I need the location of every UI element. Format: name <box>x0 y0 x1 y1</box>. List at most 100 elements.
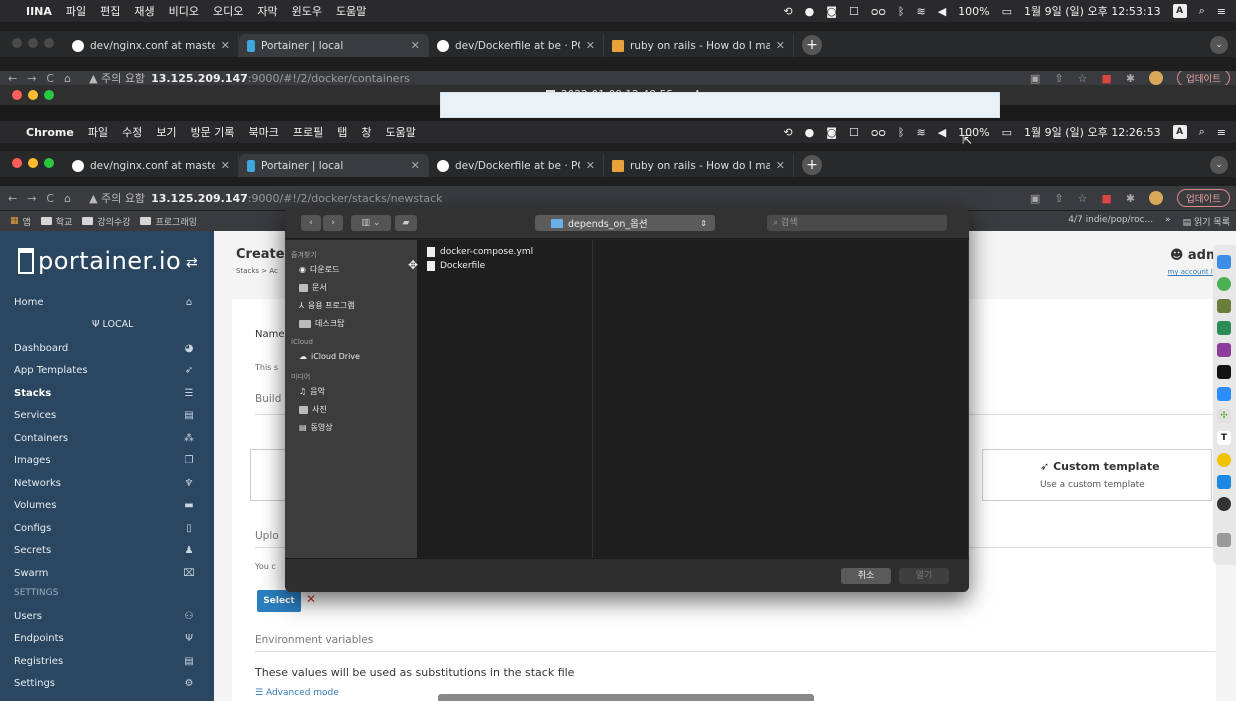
bookmark-star-icon[interactable]: ☆ <box>1078 192 1088 205</box>
close-tab-icon[interactable]: ✕ <box>770 159 785 172</box>
menu-playback[interactable]: 재생 <box>134 3 154 19</box>
close-tab-icon[interactable]: ✕ <box>405 39 420 52</box>
bluetooth-icon[interactable]: ᛒ <box>898 5 905 18</box>
outer-tab-nginx[interactable]: dev/nginx.conf at master · POPPY-I ✕ <box>64 34 239 57</box>
sidebar-item-volumes[interactable]: Volumes ▬ <box>0 495 214 517</box>
close-tab-icon[interactable]: ✕ <box>580 39 595 52</box>
sync-icon[interactable]: ⟲ <box>783 126 792 139</box>
close-tab-icon[interactable]: ✕ <box>770 39 785 52</box>
record-icon[interactable]: ◙ <box>826 126 837 139</box>
sidebar-item-secrets[interactable]: Secrets ♟ <box>0 540 214 562</box>
menu-video[interactable]: 비디오 <box>169 3 199 19</box>
new-folder-icon[interactable]: ▰ <box>395 215 417 231</box>
control-center-icon[interactable]: ≡ <box>1217 5 1226 18</box>
sidebar-item-images[interactable]: Images ❐ <box>0 450 214 472</box>
outer-url[interactable]: 13.125.209.147:9000/#!/2/docker/containe… <box>151 72 410 85</box>
menu-help[interactable]: 도움말 <box>386 124 416 140</box>
trash-icon[interactable] <box>1217 533 1231 547</box>
record-icon[interactable]: ◙ <box>826 5 837 18</box>
build-option-box[interactable] <box>250 449 290 501</box>
exchange-icon[interactable]: ⇄ <box>186 255 198 271</box>
app-icon[interactable] <box>1217 343 1231 357</box>
clear-file-icon[interactable]: ✕ <box>306 592 316 606</box>
file-item[interactable]: docker-compose.yml <box>427 247 533 257</box>
share-icon[interactable]: ⇧ <box>1054 192 1063 205</box>
battery-icon[interactable]: ▭ <box>1002 5 1012 18</box>
sidebar-photos[interactable]: 사진 <box>299 404 327 415</box>
status-dot-icon[interactable]: ● <box>805 5 815 18</box>
close-tab-icon[interactable]: ✕ <box>580 159 595 172</box>
menu-help[interactable]: 도움말 <box>336 3 366 19</box>
translate-icon[interactable]: ▣ <box>1030 72 1040 85</box>
menubar-clock[interactable]: 1월 9일 (일) 오후 12:26:53 <box>1024 124 1161 140</box>
menu-view[interactable]: 보기 <box>156 124 176 140</box>
bookmark-courses[interactable]: 강의수강 <box>82 215 130 228</box>
name-input[interactable] <box>440 92 1000 118</box>
terminal-icon[interactable] <box>1217 365 1231 379</box>
file-item[interactable]: Dockerfile <box>427 261 485 271</box>
tab-search-icon[interactable]: ⌄ <box>1210 156 1228 174</box>
bookmark-school[interactable]: 학교 <box>40 215 72 228</box>
location-select[interactable]: depends_on_옵션 ⇕ <box>535 215 715 231</box>
menubar-clock[interactable]: 1월 9일 (일) 오후 12:53:13 <box>1024 3 1161 19</box>
typora-icon[interactable]: T <box>1217 431 1231 445</box>
app-icon[interactable] <box>1217 497 1231 511</box>
security-warning[interactable]: ▲ 주의 요함 <box>89 190 145 206</box>
cancel-button[interactable]: 취소 <box>841 568 891 584</box>
share-icon[interactable]: ⇧ <box>1054 72 1063 85</box>
sidebar-item-app-templates[interactable]: App Templates ➶ <box>0 360 214 382</box>
menu-audio[interactable]: 오디오 <box>213 3 243 19</box>
sidebar-item-endpoints[interactable]: Endpoints Ψ <box>0 628 214 650</box>
inner-tab-nginx[interactable]: dev/nginx.conf at master · POPPY-I ✕ <box>64 154 239 177</box>
outer-tab-portainer[interactable]: Portainer | local ✕ <box>239 34 429 57</box>
inner-tab-portainer[interactable]: Portainer | local ✕ <box>239 154 429 177</box>
nav-buttons-icon[interactable]: ←→C⌂ <box>8 192 81 205</box>
volume-icon[interactable]: ◀ <box>938 126 946 139</box>
tab-search-icon[interactable]: ⌄ <box>1210 36 1228 54</box>
wifi-icon[interactable]: ≋ <box>916 126 925 139</box>
close-tab-icon[interactable]: ✕ <box>215 39 230 52</box>
input-method-icon[interactable]: A <box>1172 4 1187 18</box>
translate-icon[interactable]: ▣ <box>1030 192 1040 205</box>
battery-icon[interactable]: ▭ <box>1002 126 1012 139</box>
view-mode-icon[interactable]: ▥ ⌄ <box>351 215 391 231</box>
minimize-light-icon[interactable] <box>28 90 38 100</box>
puzzle-icon[interactable]: ✱ <box>1126 72 1135 85</box>
menu-profile[interactable]: 프로필 <box>293 124 323 140</box>
sidebar-documents[interactable]: 문서 <box>299 282 327 293</box>
wifi-icon[interactable]: ≋ <box>916 5 925 18</box>
status-dot-icon[interactable]: ● <box>805 126 815 139</box>
outer-tab-ruby[interactable]: ruby on rails - How do I make ✕ <box>604 34 794 57</box>
bookmark-music[interactable]: 4/7 indie/pop/roc... <box>1068 215 1153 228</box>
glasses-icon[interactable]: ᴑᴑ <box>871 126 886 139</box>
breadcrumb[interactable]: Stacks > Ac <box>236 267 278 275</box>
app-icon[interactable] <box>1217 475 1231 489</box>
sidebar-applications[interactable]: ⅄ 응용 프로그램 <box>299 300 355 311</box>
advanced-mode-link[interactable]: ☰ Advanced mode <box>255 688 339 698</box>
profile-avatar[interactable] <box>1149 71 1164 85</box>
zoom-light-icon[interactable] <box>44 158 54 168</box>
battery-percent[interactable]: 100% <box>958 5 989 18</box>
more-bookmarks-icon[interactable]: » <box>1165 215 1171 228</box>
close-tab-icon[interactable]: ✕ <box>405 159 420 172</box>
menu-history[interactable]: 방문 기록 <box>191 124 235 140</box>
spotlight-icon[interactable]: ⌕ <box>1199 125 1205 139</box>
glasses-icon[interactable]: ᴑᴑ <box>871 5 886 18</box>
bookmark-apps[interactable]: ▦ 앱 <box>10 215 31 228</box>
portainer-logo[interactable]: portainer.io <box>18 247 181 275</box>
bookmark-programming[interactable]: 프로그래밍 <box>140 215 197 228</box>
menu-bookmarks[interactable]: 북마크 <box>249 124 279 140</box>
dialog-search-input[interactable]: ⌕ 검색 <box>767 215 947 231</box>
sidebar-item-registries[interactable]: Registries ▤ <box>0 650 214 672</box>
sidebar-music[interactable]: ♫ 음악 <box>299 386 325 397</box>
extension-icon[interactable]: ■ <box>1101 72 1111 85</box>
app-icon[interactable] <box>1217 321 1231 335</box>
security-warning[interactable]: ▲ 주의 요함 <box>89 71 145 85</box>
menu-app-name[interactable]: Chrome <box>26 126 74 139</box>
chrome-icon[interactable] <box>1217 277 1231 291</box>
volume-icon[interactable]: ◀ <box>938 5 946 18</box>
bluetooth-icon[interactable]: ᛒ <box>898 126 905 139</box>
sidebar-item-networks[interactable]: Networks ♆ <box>0 472 214 494</box>
minimize-light-icon[interactable] <box>28 38 38 48</box>
sidebar-item-dashboard[interactable]: Dashboard ◕ <box>0 337 214 359</box>
